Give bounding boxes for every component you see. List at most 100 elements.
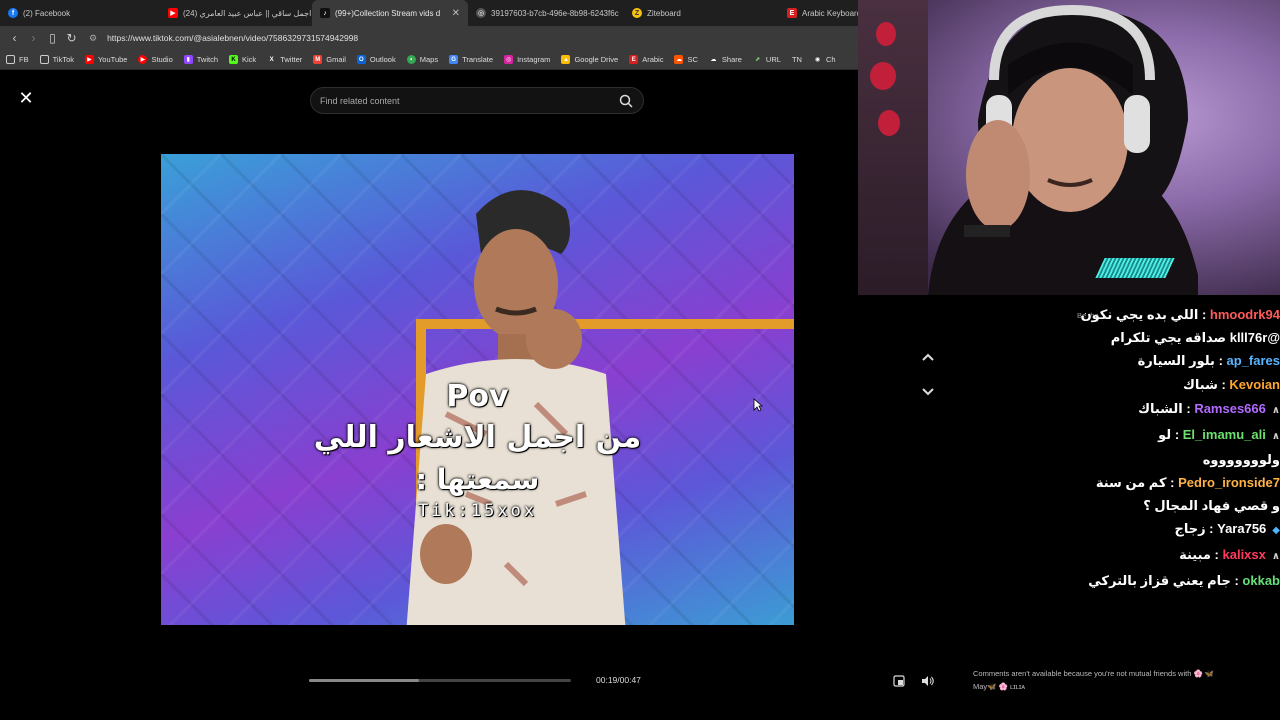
- chat-separator: :: [1166, 475, 1179, 490]
- previous-video-icon[interactable]: [920, 350, 936, 364]
- chat-username[interactable]: Pedro_ironside7: [1178, 475, 1280, 490]
- chat-username[interactable]: Yara756: [1217, 521, 1266, 536]
- bookmark-icon[interactable]: ▯: [43, 31, 62, 45]
- tab-strip: f (2) Facebook ▶ (24) اجمل ساقي || عباس …: [0, 0, 858, 26]
- bookmark-label: Twitter: [280, 55, 303, 64]
- bookmark-instagram[interactable]: ◎ Instagram: [504, 55, 550, 64]
- bookmark-gmail[interactable]: M Gmail: [313, 55, 346, 64]
- chat-username[interactable]: El_imamu_ali: [1183, 427, 1266, 442]
- caption-line-2: من اجمل الاشعار اللي: [313, 420, 642, 455]
- next-video-icon[interactable]: [920, 385, 936, 399]
- video-caption: Pov من اجمل الاشعار اللي سمعتها : Tik:15…: [161, 379, 794, 521]
- bookmark-label: TikTok: [52, 55, 74, 64]
- chat-message: okkab : جام يعني قزاز بالتركي: [1088, 569, 1280, 593]
- video-progress-bar[interactable]: [309, 679, 571, 682]
- chat-separator: :: [1182, 401, 1195, 416]
- chat-message: hmoodrk94 : اللي بده يجي نكون: [1081, 303, 1280, 327]
- tab-label: (99+)Collection Stream vids d: [335, 8, 441, 18]
- tab-ziteboard[interactable]: Z Ziteboard: [624, 0, 779, 26]
- caption-watermark: Tik:15xox: [417, 501, 538, 521]
- bookmark-url[interactable]: ⬈ URL: [753, 55, 781, 64]
- chat-separator: :: [1230, 573, 1243, 588]
- facebook-icon: f: [8, 8, 18, 18]
- chat-badge-icon: ∧: [1271, 431, 1280, 442]
- streamer-webcam: [858, 0, 1280, 295]
- bookmark-label: TN: [791, 55, 802, 64]
- chat-message: ∧ El_imamu_ali : لو: [1096, 423, 1280, 449]
- twitch-icon: ▮: [183, 55, 193, 64]
- chat-username[interactable]: kalixsx: [1223, 547, 1266, 562]
- bookmark-label: Twitch: [196, 55, 219, 64]
- tab-tiktok[interactable]: ♪ (99+)Collection Stream vids d ✕: [312, 0, 468, 26]
- chat-message: ∧ Ramses666 : الشباك: [1096, 397, 1280, 423]
- folder-icon: [6, 55, 15, 64]
- bookmark-fb[interactable]: FB: [6, 55, 29, 64]
- bookmark-share[interactable]: ☁ Share: [709, 55, 742, 64]
- bookmark-label: Translate: [462, 55, 494, 64]
- search-icon[interactable]: [619, 94, 633, 108]
- bookmark-label: Gmail: [326, 55, 346, 64]
- chat-message: Pedro_ironside7 : كم من سنة: [1096, 471, 1280, 495]
- bookmark-label: Kick: [242, 55, 257, 64]
- gmail-icon: M: [313, 55, 323, 64]
- search-box[interactable]: [310, 87, 644, 114]
- chat-text: بلور السيارة: [1137, 353, 1215, 368]
- bookmark-translate[interactable]: G Translate: [449, 55, 493, 64]
- bookmark-studio[interactable]: ▶ Studio: [138, 55, 173, 64]
- chat-username[interactable]: ap_fares: [1227, 353, 1280, 368]
- bookmark-label: YouTube: [97, 55, 128, 64]
- tab-arabic-keyboard[interactable]: E Arabic Keyboard: [779, 0, 858, 26]
- bookmark-label: Arabic: [642, 55, 664, 64]
- tab-label: (2) Facebook: [23, 8, 71, 18]
- site-info-icon[interactable]: ⚙: [89, 33, 97, 44]
- chat-message: ◆ Yara756 : زجاج: [1096, 517, 1280, 543]
- bookmark-maps[interactable]: • Maps: [406, 55, 439, 64]
- bookmark-label: Maps: [419, 55, 439, 64]
- reload-icon[interactable]: ↻: [62, 31, 81, 45]
- chat-text: جام يعني قزاز بالتركي: [1088, 573, 1231, 588]
- forward-icon[interactable]: ›: [24, 31, 43, 45]
- bookmark-kick[interactable]: K Kick: [229, 55, 256, 64]
- bookmark-drive[interactable]: ▲ Google Drive: [561, 55, 618, 64]
- arabic-keyboard-icon: E: [787, 8, 797, 18]
- chat-separator: :: [1205, 521, 1218, 536]
- bookmark-sc[interactable]: ☁ SC: [674, 55, 698, 64]
- chat-text: ولوووووووه: [1202, 452, 1280, 467]
- bookmark-youtube[interactable]: ▶ YouTube: [84, 55, 128, 64]
- close-tab-icon[interactable]: ✕: [452, 8, 460, 19]
- bookmark-label: Studio: [151, 55, 173, 64]
- bookmark-twitch[interactable]: ▮ Twitch: [183, 55, 219, 64]
- tab-guid[interactable]: ◎ 39197603-b7cb-496e-8b98-6243f6c: [468, 0, 624, 26]
- volume-icon[interactable]: [921, 675, 935, 687]
- chat-text: @klll76r صداقه يجي تلكرام: [1110, 330, 1280, 345]
- close-icon[interactable]: ✕: [18, 89, 34, 107]
- tab-facebook[interactable]: f (2) Facebook: [0, 0, 160, 26]
- bookmark-twitter[interactable]: X Twitter: [267, 55, 303, 64]
- globe-icon: ◎: [476, 8, 486, 18]
- picture-in-picture-icon[interactable]: [893, 675, 905, 687]
- chat-username[interactable]: okkab: [1242, 573, 1280, 588]
- chat-username[interactable]: Kevoian: [1229, 377, 1280, 392]
- chat-username[interactable]: Ramses666: [1194, 401, 1266, 416]
- tiktok-video-viewer: ✕ Pov من اجمل الاشعار اللي سمعتها : Tik:…: [0, 70, 858, 710]
- url-field[interactable]: ⚙ https://www.tiktok.com/@asialebnen/vid…: [89, 33, 358, 44]
- bookmark-tn[interactable]: TN: [792, 55, 802, 64]
- bookmark-tiktok[interactable]: TikTok: [39, 55, 74, 64]
- chat-separator: :: [1171, 427, 1183, 442]
- chat-separator: :: [1198, 307, 1210, 322]
- chat-text: كم من سنة: [1095, 475, 1167, 490]
- bookmark-ch[interactable]: ◉ Ch: [813, 55, 836, 64]
- chat-username[interactable]: hmoodrk94: [1210, 307, 1280, 322]
- bookmark-outlook[interactable]: O Outlook: [356, 55, 396, 64]
- tab-youtube[interactable]: ▶ (24) اجمل ساقي || عباس عبيد العامري: [160, 0, 312, 26]
- youtube-icon: ▶: [84, 55, 94, 64]
- search-input[interactable]: [311, 88, 601, 113]
- video-player[interactable]: Pov من اجمل الاشعار اللي سمعتها : Tik:15…: [161, 154, 794, 625]
- bookmark-label: Ch: [825, 55, 836, 64]
- bookmark-arabic[interactable]: E Arabic: [629, 55, 663, 64]
- back-icon[interactable]: ‹: [5, 31, 24, 45]
- chat-text: لو: [1158, 427, 1172, 442]
- share-icon: ☁: [710, 57, 717, 63]
- chat-text: اللي بده يجي نكون: [1080, 307, 1199, 322]
- chat-message: و قصي فهاد المجال ؟: [1096, 495, 1280, 517]
